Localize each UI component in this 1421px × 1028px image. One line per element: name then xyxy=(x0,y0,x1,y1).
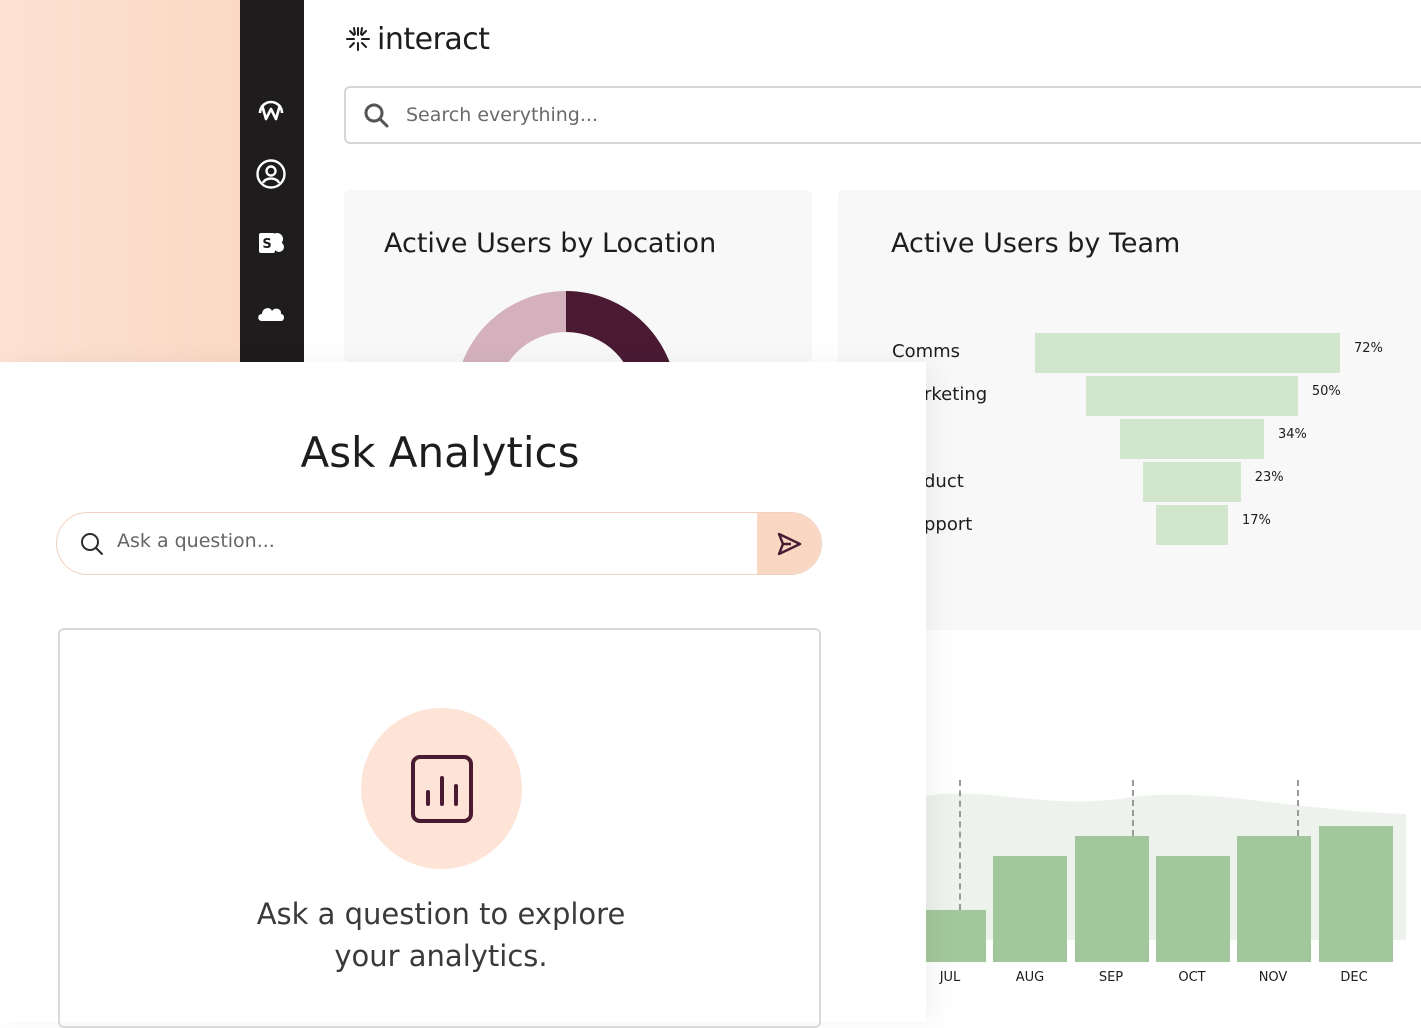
search-icon xyxy=(81,533,103,555)
interact-logo-icon xyxy=(346,27,370,51)
logo-text: interact xyxy=(377,21,490,57)
workplace-icon[interactable] xyxy=(254,90,288,124)
donut-slice-1 xyxy=(566,291,670,362)
search-icon xyxy=(364,103,389,128)
user-circle-icon[interactable] xyxy=(254,157,288,191)
ask-question-input[interactable] xyxy=(115,529,739,553)
team-bar xyxy=(1086,376,1298,416)
empty-state-line-1: Ask a question to explore xyxy=(256,897,626,931)
team-bar xyxy=(1143,462,1241,502)
cloud-icon[interactable] xyxy=(254,296,288,330)
ask-question-box[interactable] xyxy=(56,512,822,575)
team-bar xyxy=(1119,419,1264,459)
global-search[interactable] xyxy=(344,86,1421,144)
empty-state-text: Ask a question to explore your analytics… xyxy=(200,893,682,977)
month-bar xyxy=(993,856,1067,962)
empty-state-icon-circle xyxy=(361,708,522,869)
team-bar-label: duct xyxy=(924,471,964,492)
donut-slice-2 xyxy=(462,291,566,362)
app-logo[interactable]: interact xyxy=(345,21,490,57)
month-bar xyxy=(1319,826,1393,962)
svg-text:S: S xyxy=(262,237,271,252)
team-card-title: Active Users by Team xyxy=(891,228,1181,259)
team-bar xyxy=(1155,505,1228,545)
team-bar-value: 23% xyxy=(1254,470,1284,485)
team-bar-label: pport xyxy=(924,514,973,535)
global-search-input[interactable] xyxy=(404,103,1308,127)
bar-marker-line xyxy=(959,780,961,910)
send-button[interactable] xyxy=(757,513,821,574)
location-donut xyxy=(462,291,670,362)
team-bar-label: Comms xyxy=(892,341,961,362)
team-bar-value: 72% xyxy=(1354,341,1383,356)
bar-marker-line xyxy=(1132,780,1134,836)
month-bar xyxy=(1156,856,1230,962)
month-bar xyxy=(1237,836,1311,962)
empty-state-line-2: your analytics. xyxy=(334,939,548,973)
team-bar-value: 17% xyxy=(1242,513,1271,528)
team-bar-value: 50% xyxy=(1311,384,1341,399)
nav-rail: S xyxy=(240,0,304,362)
team-bar-label: rketing xyxy=(924,384,988,405)
send-icon xyxy=(777,532,802,555)
sharepoint-icon[interactable]: S xyxy=(254,226,288,260)
month-label: OCT xyxy=(1178,970,1206,985)
team-bar xyxy=(1035,333,1340,373)
month-label: SEP xyxy=(1098,970,1124,985)
ask-analytics-title: Ask Analytics xyxy=(300,428,580,477)
month-label: AUG xyxy=(1015,970,1045,985)
location-card: Active Users by Location xyxy=(344,190,812,362)
month-label: JUL xyxy=(939,970,961,985)
month-bar xyxy=(926,910,986,962)
bar-marker-line xyxy=(1297,780,1299,836)
month-bar xyxy=(1075,836,1149,962)
team-bar-value: 34% xyxy=(1278,427,1307,442)
bar-chart-icon xyxy=(410,754,473,823)
month-label: NOV xyxy=(1258,970,1288,985)
month-label: DEC xyxy=(1340,970,1368,985)
